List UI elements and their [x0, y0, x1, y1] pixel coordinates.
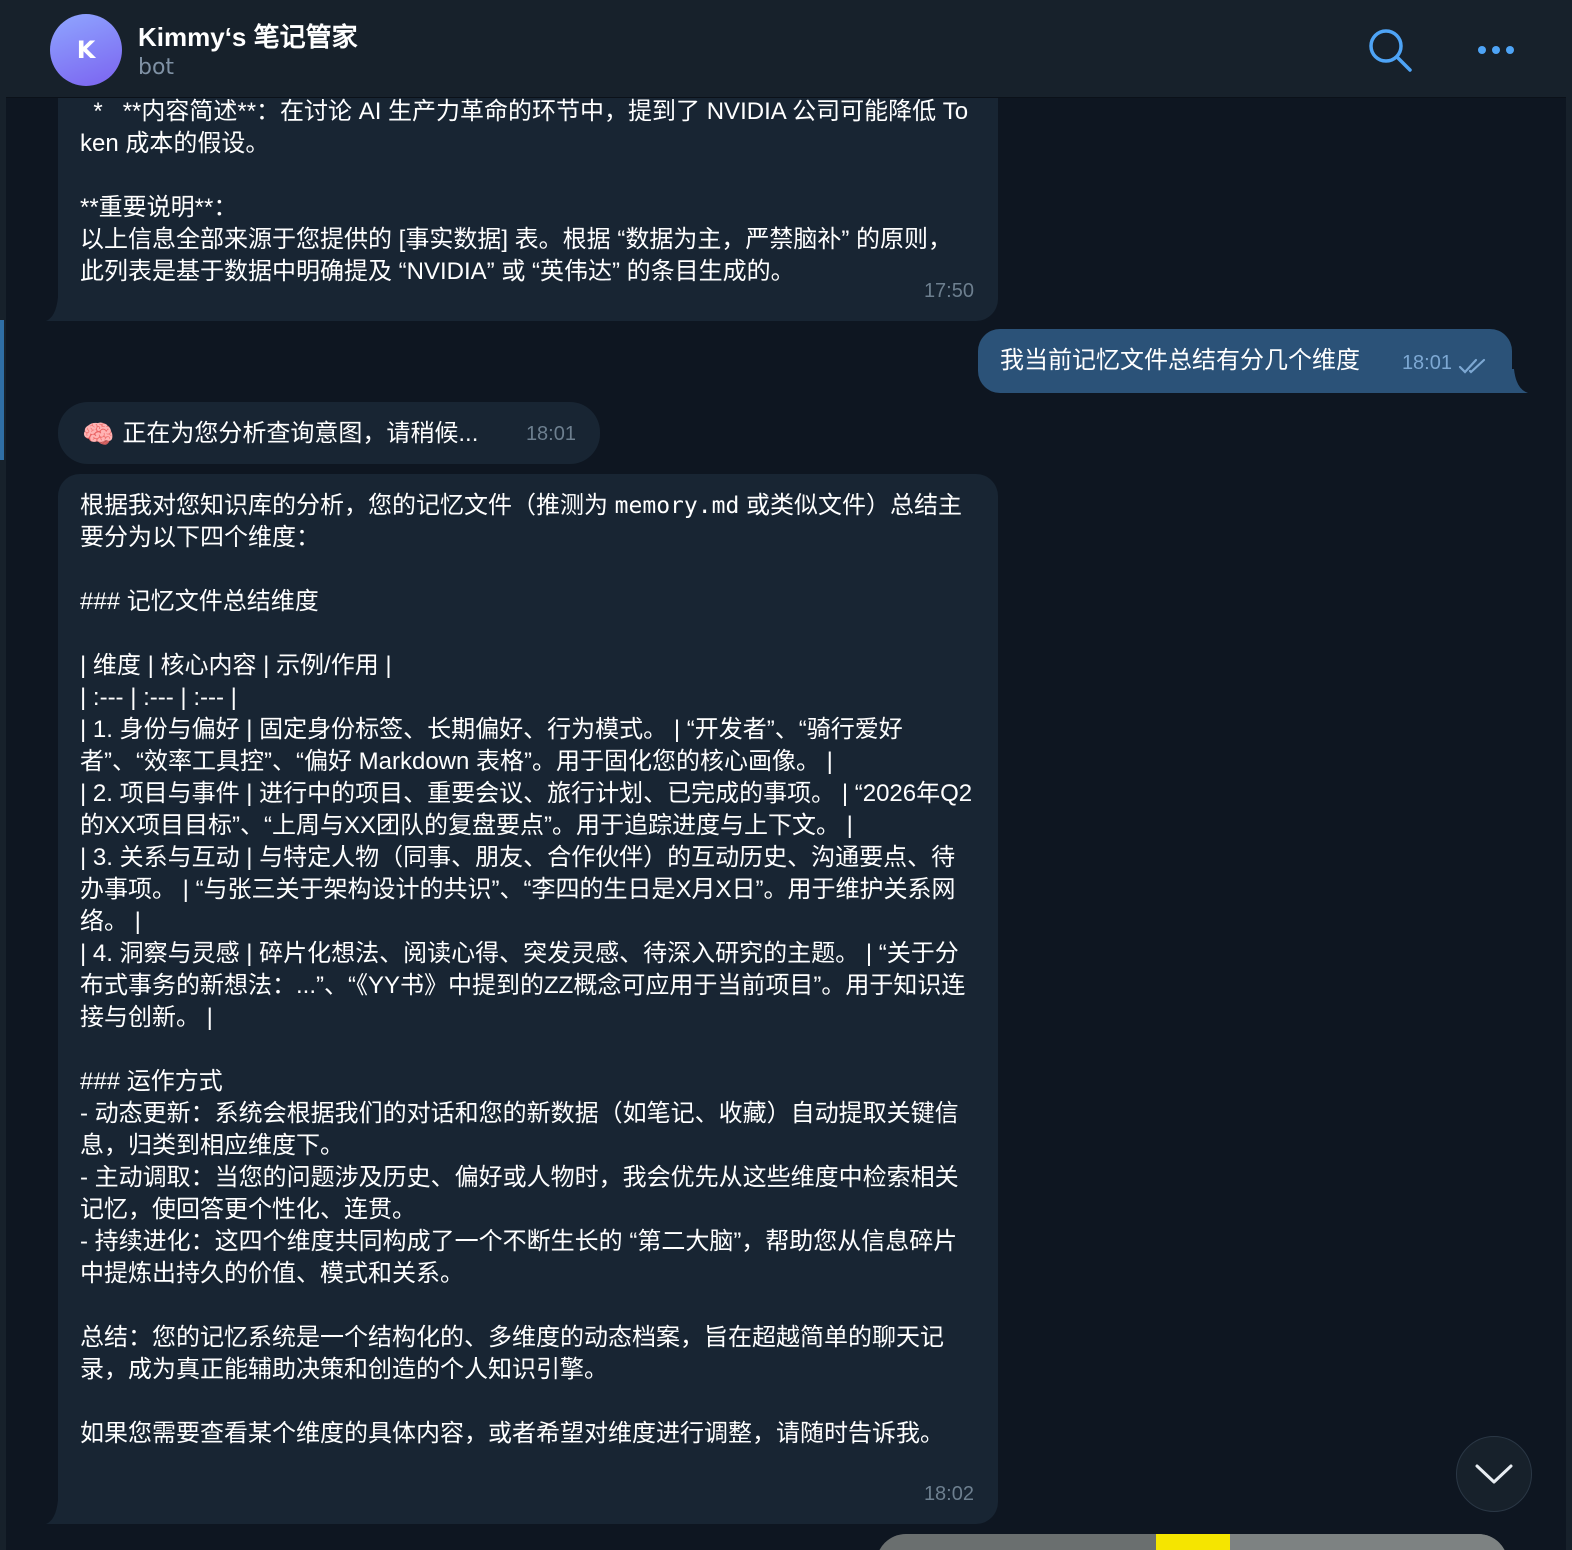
search-icon [1369, 29, 1412, 72]
avatar[interactable]: K [50, 14, 122, 86]
double-check-icon [1458, 358, 1486, 374]
message-bubble-incoming[interactable]: 根据我对您知识库的分析，您的记忆文件（推测为 memory.md 或类似文件）总… [58, 474, 998, 1524]
partial-media-preview[interactable] [876, 1534, 1508, 1550]
chat-header: K Kimmy‘s 笔记管家 bot [6, 0, 1566, 98]
message-time: 18:01 [525, 423, 576, 445]
message-text-part: 根据我对您知识库的分析，您的记忆文件（推测为 [80, 492, 615, 519]
scroll-to-bottom-button[interactable] [1456, 1436, 1532, 1512]
search-button[interactable] [1366, 26, 1414, 74]
message-time: 17:50 [923, 280, 974, 302]
scrollbar-track[interactable] [1566, 0, 1572, 1550]
sidebar-selection-indicator [0, 320, 4, 460]
chat-window: K Kimmy‘s 笔记管家 bot * **内容简述**：在讨论 AI 生产力… [0, 0, 1572, 1550]
more-options-button[interactable] [1472, 30, 1520, 70]
bubble-tail [46, 1500, 72, 1524]
chevron-down-icon [1475, 1464, 1513, 1484]
message-time: 18:02 [923, 1483, 974, 1505]
chat-title[interactable]: Kimmy‘s 笔记管家 [138, 17, 358, 54]
bubble-tail [46, 297, 72, 321]
avatar-letter: K [76, 36, 96, 64]
message-bubble-outgoing[interactable]: 我当前记忆文件总结有分几个维度 18:01 [978, 329, 1512, 393]
message-text: 正在为您分析查询意图，请稍候... [122, 420, 479, 447]
bubble-tail [1508, 369, 1528, 393]
brain-emoji: 🧠 [82, 419, 115, 449]
inline-code: memory.md [614, 493, 740, 519]
message-text: 根据我对您知识库的分析，您的记忆文件（推测为 memory.md 或类似文件）总… [80, 490, 976, 1450]
message-text-part: ### 记忆文件总结维度 | 维度 | 核心内容 | 示例/作用 | | :--… [80, 588, 973, 1447]
message-text: * **内容简述**：在讨论 AI 生产力革命的环节中，提到了 NVIDIA 公… [80, 98, 969, 285]
sidebar-edge [0, 0, 6, 1550]
message-time: 18:01 [1401, 352, 1452, 374]
message-bubble-incoming[interactable]: 🧠 正在为您分析查询意图，请稍候... 18:01 [58, 402, 600, 464]
more-dots-icon [1478, 46, 1514, 54]
chat-status: bot [138, 55, 175, 80]
